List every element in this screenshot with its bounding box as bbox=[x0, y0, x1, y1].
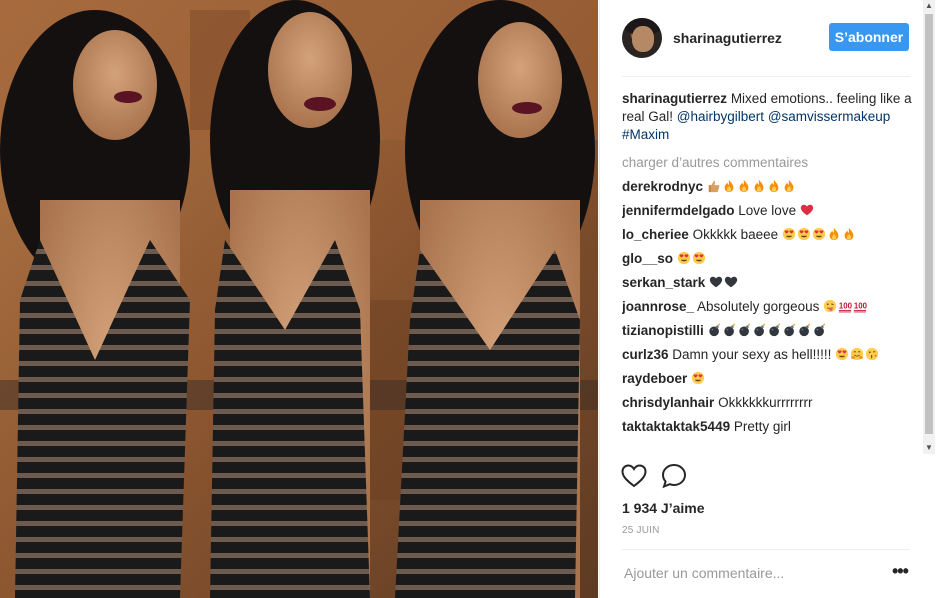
fire-emoji-icon bbox=[769, 179, 779, 193]
comment-item: glo__so bbox=[622, 250, 912, 268]
fire-emoji-icon bbox=[739, 179, 749, 193]
comment-username[interactable]: lo_cheriee bbox=[622, 227, 689, 242]
comment-item: derekrodnyc bbox=[622, 178, 912, 196]
post-header: sharinagutierrez S’abonner bbox=[600, 0, 936, 76]
scroll-thumb[interactable] bbox=[925, 14, 933, 434]
fire-emoji-icon bbox=[844, 227, 854, 241]
avatar[interactable] bbox=[622, 18, 662, 58]
comment-item: taktaktaktak5449 Pretty girl bbox=[622, 418, 912, 436]
comment-item: tizianopistilli bbox=[622, 322, 912, 340]
fire-emoji-icon bbox=[724, 179, 734, 193]
heart-eyes-emoji-icon bbox=[691, 371, 705, 385]
bomb-emoji-icon bbox=[798, 323, 810, 337]
add-comment-input[interactable] bbox=[622, 562, 876, 584]
post-sidebar: sharinagutierrez S’abonner sharinagutier… bbox=[599, 0, 936, 598]
more-options-button[interactable]: ••• bbox=[892, 562, 909, 580]
bomb-emoji-icon bbox=[723, 323, 735, 337]
comment-username[interactable]: glo__so bbox=[622, 251, 673, 266]
comment-text: Okkkkkkurrrrrrrr bbox=[718, 395, 813, 410]
comment-username[interactable]: taktaktaktak5449 bbox=[622, 419, 730, 434]
bomb-emoji-icon bbox=[813, 323, 825, 337]
heart-eyes-emoji-icon bbox=[677, 251, 690, 265]
heart-eyes-emoji-icon bbox=[692, 251, 705, 265]
comments-list: sharinagutierrez Mixed emotions.. feelin… bbox=[622, 90, 912, 454]
photo-illustration bbox=[0, 0, 598, 598]
comment-item: lo_cheriee Okkkkk baeee bbox=[622, 226, 912, 244]
heart-outline-icon bbox=[621, 464, 647, 488]
avatar-face bbox=[632, 26, 654, 52]
like-button[interactable] bbox=[618, 460, 650, 492]
comments-scrollbar[interactable]: ▲ ▼ bbox=[923, 0, 935, 454]
post-photo[interactable] bbox=[0, 0, 598, 598]
comment-username[interactable]: joannrose_ bbox=[622, 299, 694, 314]
hugging-face-emoji-icon bbox=[851, 347, 864, 361]
comment-text: Love love bbox=[738, 203, 797, 218]
speech-bubble-icon bbox=[661, 463, 687, 489]
red-heart-emoji-icon bbox=[800, 204, 813, 216]
post-username[interactable]: sharinagutierrez bbox=[673, 30, 782, 46]
comment-username[interactable]: serkan_stark bbox=[622, 275, 705, 290]
comment-text: Pretty girl bbox=[733, 419, 791, 434]
comment-username[interactable]: chrisdylanhair bbox=[622, 395, 714, 410]
comment-text: Okkkkk baeee bbox=[692, 227, 779, 242]
comment-username[interactable]: raydeboer bbox=[622, 371, 687, 386]
post-caption: sharinagutierrez Mixed emotions.. feelin… bbox=[622, 90, 912, 144]
bomb-emoji-icon bbox=[753, 323, 765, 337]
heart-eyes-emoji-icon bbox=[782, 227, 795, 241]
comment-item: jennifermdelgado Love love bbox=[622, 202, 912, 220]
comment-text: Damn your sexy as hell!!!!! bbox=[672, 347, 832, 362]
comment-text: Absolutely gorgeous bbox=[697, 299, 820, 314]
comment-item: serkan_stark bbox=[622, 274, 912, 292]
load-more-comments-link[interactable]: charger d’autres commentaires bbox=[622, 154, 912, 172]
comment-item: raydeboer bbox=[622, 370, 912, 388]
caption-mention-2[interactable]: @samvissermakeup bbox=[768, 109, 891, 124]
comment-item: chrisdylanhair Okkkkkkurrrrrrrr bbox=[622, 394, 912, 412]
caption-hashtag[interactable]: #Maxim bbox=[622, 127, 669, 142]
comment-username[interactable]: jennifermdelgado bbox=[622, 203, 735, 218]
instagram-post-modal: sharinagutierrez S’abonner sharinagutier… bbox=[0, 0, 936, 598]
comment-button[interactable] bbox=[658, 460, 690, 492]
caption-username[interactable]: sharinagutierrez bbox=[622, 91, 727, 106]
hundred-points-emoji-icon: 100 bbox=[854, 302, 867, 313]
heart-eyes-emoji-icon bbox=[797, 227, 810, 241]
comment-item: curlz36 Damn your sexy as hell!!!!! bbox=[622, 346, 912, 364]
scroll-up-arrow-icon[interactable]: ▲ bbox=[923, 0, 935, 12]
comment-items: derekrodnyc jennifermdelgado Love love l… bbox=[622, 178, 912, 436]
fire-emoji-icon bbox=[784, 179, 794, 193]
black-heart-emoji-icon bbox=[709, 276, 723, 288]
add-comment-divider bbox=[622, 549, 910, 550]
thumbs-up-emoji-icon bbox=[708, 180, 720, 193]
bomb-emoji-icon bbox=[708, 323, 720, 337]
face-blowing-kiss-emoji-icon bbox=[866, 347, 879, 361]
caption-mention-1[interactable]: @hairbygilbert bbox=[677, 109, 764, 124]
follow-button[interactable]: S’abonner bbox=[829, 23, 909, 51]
hundred-points-emoji-icon: 100 bbox=[839, 302, 852, 313]
header-divider bbox=[622, 76, 910, 77]
comment-username[interactable]: derekrodnyc bbox=[622, 179, 703, 194]
comment-item: joannrose_ Absolutely gorgeous 100 100 bbox=[622, 298, 912, 316]
svg-text:100: 100 bbox=[854, 302, 867, 311]
comment-username[interactable]: tizianopistilli bbox=[622, 323, 704, 338]
svg-text:100: 100 bbox=[839, 302, 852, 311]
heart-eyes-emoji-icon bbox=[812, 227, 825, 241]
bomb-emoji-icon bbox=[783, 323, 795, 337]
bomb-emoji-icon bbox=[738, 323, 750, 337]
post-date[interactable]: 25 JUIN bbox=[622, 525, 660, 536]
bomb-emoji-icon bbox=[768, 323, 780, 337]
scroll-down-arrow-icon[interactable]: ▼ bbox=[923, 442, 935, 454]
fire-emoji-icon bbox=[754, 179, 764, 193]
heart-eyes-emoji-icon bbox=[836, 347, 849, 361]
like-count[interactable]: 1 934 J’aime bbox=[622, 500, 705, 516]
black-heart-emoji-icon bbox=[724, 276, 738, 288]
comment-username[interactable]: curlz36 bbox=[622, 347, 669, 362]
fire-emoji-icon bbox=[829, 227, 839, 241]
winking-tongue-emoji-icon bbox=[824, 299, 837, 313]
